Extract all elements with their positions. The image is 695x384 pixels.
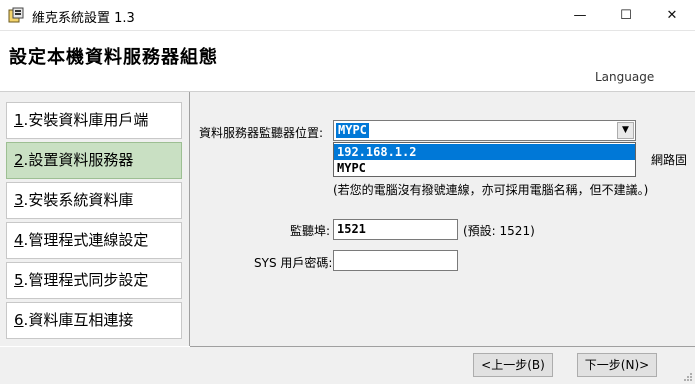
title-bar: 維克系統設置 1.3 — ☐ ✕ bbox=[0, 0, 695, 31]
nav-step-label: .管理程式連線設定 bbox=[23, 231, 149, 249]
maximize-button[interactable]: ☐ bbox=[603, 0, 649, 31]
hint-text-partial: 網路固 bbox=[651, 153, 688, 167]
dropdown-option[interactable]: 192.168.1.2 bbox=[334, 144, 635, 160]
nav-step-database-link[interactable]: 6.資料庫互相連接 bbox=[6, 302, 182, 339]
nav-step-install-client[interactable]: 1.安裝資料庫用戶端 bbox=[6, 102, 182, 139]
nav-step-sync-settings[interactable]: 5.管理程式同步設定 bbox=[6, 262, 182, 299]
nav-step-connection-settings[interactable]: 4.管理程式連線設定 bbox=[6, 222, 182, 259]
nav-step-configure-server[interactable]: 2.設置資料服務器 bbox=[6, 142, 182, 179]
nav-step-label: .資料庫互相連接 bbox=[23, 311, 134, 329]
listener-location-value: MYPC bbox=[336, 123, 369, 138]
minimize-button[interactable]: — bbox=[557, 0, 603, 31]
listener-location-dropdown: 192.168.1.2 MYPC bbox=[333, 142, 636, 177]
nav-step-label: .設置資料服務器 bbox=[23, 151, 134, 169]
nav-step-install-database[interactable]: 3.安裝系統資料庫 bbox=[6, 182, 182, 219]
nav-step-label: .管理程式同步設定 bbox=[23, 271, 149, 289]
listener-location-label: 資料服務器監聽器位置: bbox=[199, 126, 324, 140]
listener-location-combobox[interactable]: MYPC ▼ bbox=[333, 120, 636, 141]
sys-password-input[interactable] bbox=[333, 250, 458, 271]
chevron-down-icon[interactable]: ▼ bbox=[617, 122, 634, 139]
resize-grip-icon[interactable] bbox=[683, 372, 693, 382]
close-button[interactable]: ✕ bbox=[649, 0, 695, 31]
nav-step-label: .安裝系統資料庫 bbox=[23, 191, 134, 209]
dropdown-option[interactable]: MYPC bbox=[334, 160, 635, 176]
port-label: 監聽埠: bbox=[290, 224, 331, 238]
page-title: 設定本機資料服務器組態 bbox=[9, 47, 218, 68]
next-button[interactable]: 下一步(N)> bbox=[577, 353, 657, 377]
hint-text: (若您的電腦沒有撥號連線，亦可採用電腦名稱，但不建議。) bbox=[333, 183, 649, 197]
page-header: 設定本機資料服務器組態 Language bbox=[0, 32, 695, 90]
app-icon bbox=[8, 7, 24, 23]
language-link[interactable]: Language bbox=[595, 70, 654, 84]
window-title: 維克系統設置 1.3 bbox=[32, 11, 135, 26]
port-input[interactable]: 1521 bbox=[333, 219, 458, 240]
nav-step-label: .安裝資料庫用戶端 bbox=[23, 111, 149, 129]
port-default-text: (預設: 1521) bbox=[463, 224, 535, 238]
sys-password-label: SYS 用戶密碼: bbox=[254, 256, 333, 270]
previous-button[interactable]: <上一步(B) bbox=[473, 353, 553, 377]
vertical-divider bbox=[189, 92, 190, 346]
